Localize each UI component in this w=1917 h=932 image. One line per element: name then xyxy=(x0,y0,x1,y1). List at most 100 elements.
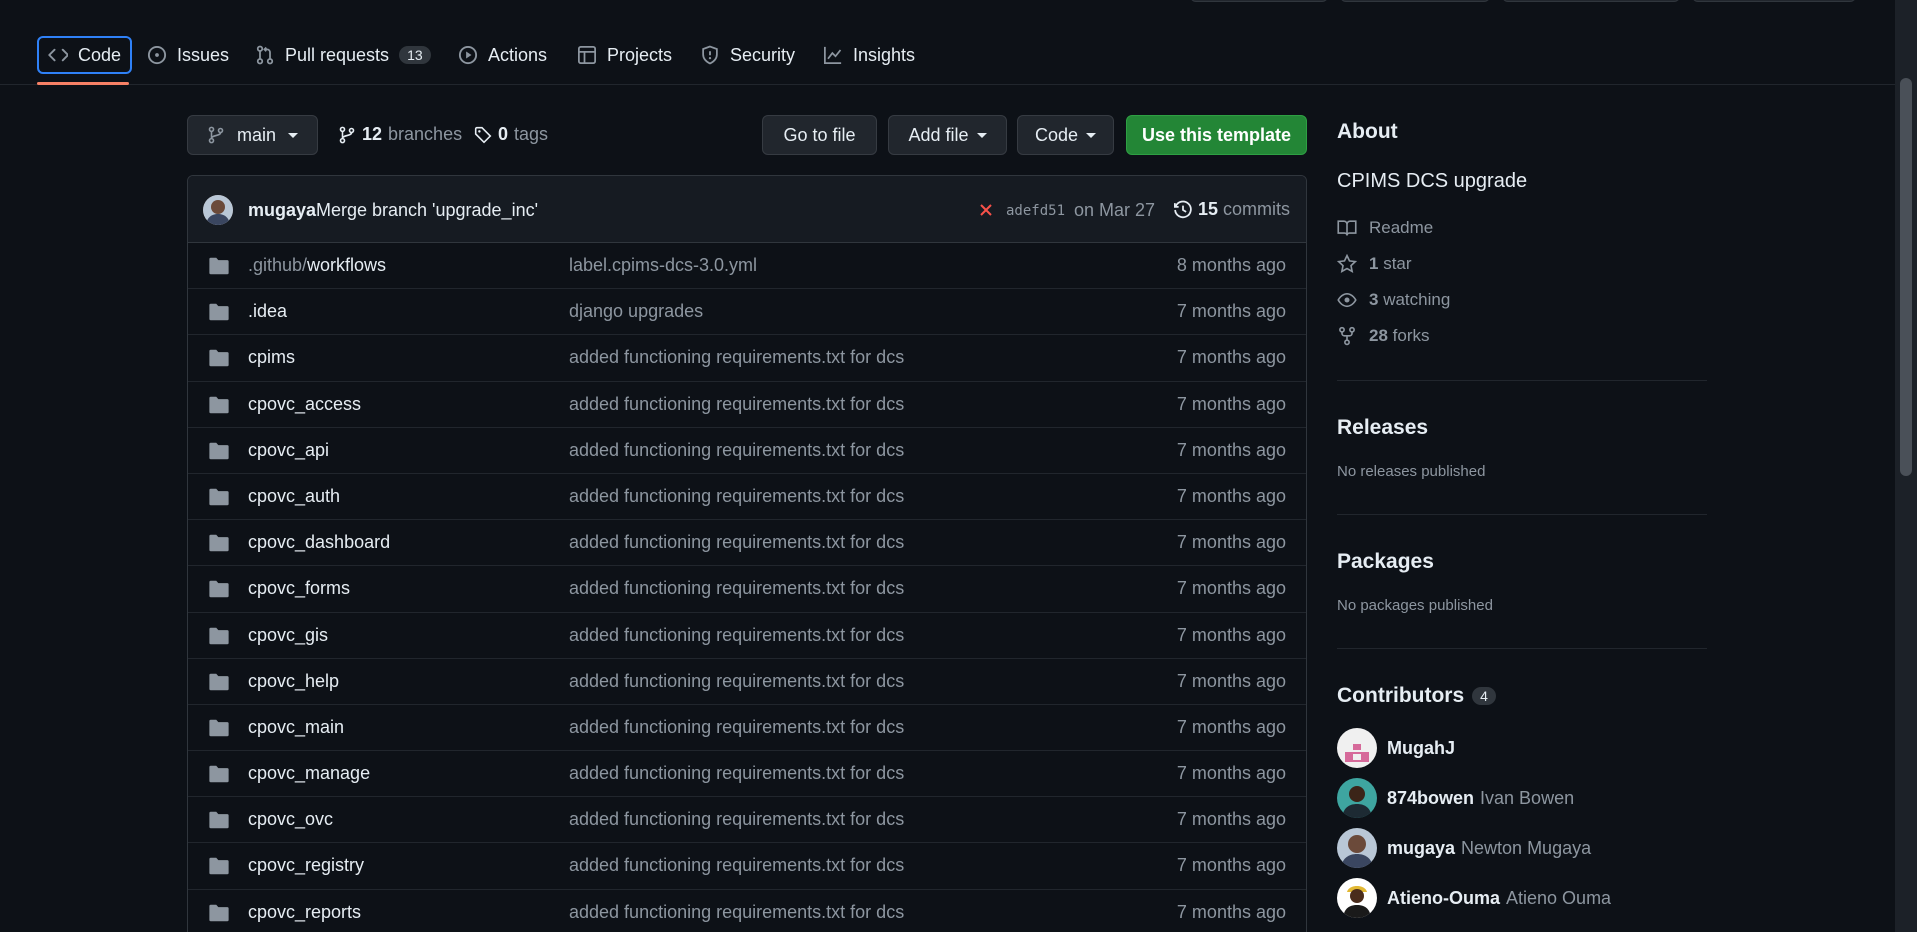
file-row[interactable]: cpovc_access added functioning requiremen… xyxy=(188,382,1306,428)
tab-label: Actions xyxy=(488,44,548,65)
file-commit-message[interactable]: added functioning requirements.txt for d… xyxy=(569,486,904,507)
file-commit-message[interactable]: added functioning requirements.txt for d… xyxy=(569,625,904,646)
file-commit-message[interactable]: added functioning requirements.txt for d… xyxy=(569,394,904,415)
watchers-link[interactable]: 3 watching xyxy=(1337,290,1450,310)
tab-label: Pull requests xyxy=(285,44,390,65)
packages-heading[interactable]: Packages xyxy=(1337,550,1434,574)
file-row[interactable]: cpovc_api added functioning requirements.… xyxy=(188,428,1306,474)
status-x-icon[interactable] xyxy=(979,203,993,217)
file-name[interactable]: cpovc_ovc xyxy=(248,809,333,830)
readme-link[interactable]: Readme xyxy=(1337,218,1433,238)
file-commit-message[interactable]: added functioning requirements.txt for d… xyxy=(569,902,904,923)
file-row[interactable]: cpovc_reports added functioning requireme… xyxy=(188,890,1306,932)
file-row[interactable]: cpovc_manage added functioning requiremen… xyxy=(188,751,1306,798)
file-commit-message[interactable]: added functioning requirements.txt for d… xyxy=(569,855,904,876)
tab-label: Code xyxy=(78,44,122,65)
file-row[interactable]: cpovc_gis added functioning requirements.… xyxy=(188,613,1306,659)
tags-link[interactable]: 0 tags xyxy=(474,124,548,145)
contributor-item[interactable]: 874bowen Ivan Bowen xyxy=(1337,778,1574,818)
tag-icon xyxy=(474,126,492,144)
file-name[interactable]: cpovc_forms xyxy=(248,578,350,599)
commit-author[interactable]: mugaya xyxy=(248,200,316,221)
contributor-item[interactable]: mugaya Newton Mugaya xyxy=(1337,828,1591,868)
tab-actions[interactable]: Actions xyxy=(449,36,556,74)
file-row[interactable]: cpovc_ovc added functioning requirements.… xyxy=(188,797,1306,844)
file-commit-age: 7 months ago xyxy=(1176,439,1286,460)
branches-link[interactable]: 12 branches xyxy=(338,124,462,145)
file-name[interactable]: cpovc_auth xyxy=(248,486,340,507)
file-name[interactable]: cpovc_gis xyxy=(248,625,328,646)
file-name[interactable]: cpims xyxy=(248,347,295,368)
tab-code[interactable]: Code xyxy=(37,36,133,74)
contributors-heading: Contributors xyxy=(1337,684,1465,707)
folder-icon xyxy=(208,764,230,784)
file-commit-message[interactable]: added functioning requirements.txt for d… xyxy=(569,532,904,553)
contributor-login: Atieno-Ouma xyxy=(1387,887,1501,908)
file-commit-message[interactable]: added functioning requirements.txt for d… xyxy=(569,717,904,738)
file-name[interactable]: cpovc_reports xyxy=(248,902,361,923)
file-commit-message[interactable]: added functioning requirements.txt for d… xyxy=(569,440,904,461)
branches-count: 12 xyxy=(362,124,383,144)
issue-icon xyxy=(147,45,167,65)
use-template-button[interactable]: Use this template xyxy=(1126,115,1307,155)
file-name[interactable]: cpovc_api xyxy=(248,440,329,461)
file-name[interactable]: .idea xyxy=(248,301,287,322)
file-row[interactable]: cpims added functioning requirements.txt … xyxy=(188,335,1306,382)
contributors-header[interactable]: Contributors 4 xyxy=(1337,684,1496,708)
pull-request-icon xyxy=(255,45,275,65)
file-name[interactable]: cpovc_manage xyxy=(248,763,370,784)
file-row[interactable]: cpovc_registry added functioning requirem… xyxy=(188,843,1306,890)
file-name[interactable]: cpovc_dashboard xyxy=(248,532,390,553)
forks-link[interactable]: 28 forks xyxy=(1337,326,1430,346)
file-name[interactable]: cpovc_main xyxy=(248,717,344,738)
file-row[interactable]: cpovc_help added functioning requirements… xyxy=(188,659,1306,705)
commit-author-avatar[interactable] xyxy=(203,195,233,225)
forks-label: forks xyxy=(1392,326,1430,345)
file-name[interactable]: cpovc_help xyxy=(248,671,339,692)
file-commit-message[interactable]: added functioning requirements.txt for d… xyxy=(569,671,904,692)
file-row[interactable]: .github/workflows label.cpims-dcs-3.0.yml… xyxy=(188,243,1306,290)
eye-icon xyxy=(1337,290,1357,310)
commit-sha[interactable]: adefd51 xyxy=(1006,203,1065,219)
file-commit-message[interactable]: added functioning requirements.txt for d… xyxy=(569,763,904,784)
file-commit-message[interactable]: added functioning requirements.txt for d… xyxy=(569,578,904,599)
file-commit-age: 7 months ago xyxy=(1176,901,1286,922)
file-commit-message[interactable]: label.cpims-dcs-3.0.yml xyxy=(569,255,757,276)
file-commit-message[interactable]: django upgrades xyxy=(569,301,703,322)
file-row[interactable]: .idea django upgrades 7 months ago xyxy=(188,289,1306,336)
page-scrollbar[interactable] xyxy=(1895,0,1917,932)
book-icon xyxy=(1337,218,1357,238)
file-row[interactable]: cpovc_dashboard added functioning require… xyxy=(188,520,1306,567)
code-dropdown-button[interactable]: Code xyxy=(1017,115,1114,155)
file-commit-message[interactable]: added functioning requirements.txt for d… xyxy=(569,809,904,830)
tab-security[interactable]: Security xyxy=(691,36,804,74)
add-file-button[interactable]: Add file xyxy=(888,115,1007,155)
branch-select-button[interactable]: main xyxy=(187,115,318,155)
tab-projects[interactable]: Projects xyxy=(568,36,681,74)
file-commit-message[interactable]: added functioning requirements.txt for d… xyxy=(569,347,904,368)
file-name-label: cpovc_forms xyxy=(248,578,351,599)
file-commit-age: 7 months ago xyxy=(1176,809,1286,830)
file-row[interactable]: cpovc_auth added functioning requirements… xyxy=(188,474,1306,521)
releases-heading[interactable]: Releases xyxy=(1337,416,1428,440)
scrollbar-thumb[interactable] xyxy=(1900,78,1912,476)
file-row[interactable]: cpovc_main added functioning requirements… xyxy=(188,705,1306,752)
file-name[interactable]: .github/workflows xyxy=(248,255,386,276)
go-to-file-button[interactable]: Go to file xyxy=(762,115,877,155)
tab-pull-requests[interactable]: Pull requests 13 xyxy=(246,36,440,74)
folder-icon xyxy=(208,302,230,322)
file-name[interactable]: cpovc_access xyxy=(248,394,361,415)
packages-empty-text: No packages published xyxy=(1337,597,1493,614)
stars-link[interactable]: 1 star xyxy=(1337,254,1412,274)
contributor-item[interactable]: Atieno-Ouma Atieno Ouma xyxy=(1337,878,1611,918)
commit-message[interactable]: Merge branch 'upgrade_inc' xyxy=(316,200,538,221)
contributor-item[interactable]: MugahJ xyxy=(1337,728,1455,768)
tab-insights[interactable]: Insights xyxy=(814,36,924,74)
file-name[interactable]: cpovc_registry xyxy=(248,855,364,876)
tab-issues[interactable]: Issues xyxy=(138,36,238,74)
tab-label: Security xyxy=(730,44,796,65)
commits-link[interactable]: 15 commits xyxy=(1173,199,1290,220)
repo-description: CPIMS DCS upgrade xyxy=(1337,170,1528,192)
file-row[interactable]: cpovc_forms added functioning requirement… xyxy=(188,566,1306,613)
contributor-name: Newton Mugaya xyxy=(1461,837,1592,858)
